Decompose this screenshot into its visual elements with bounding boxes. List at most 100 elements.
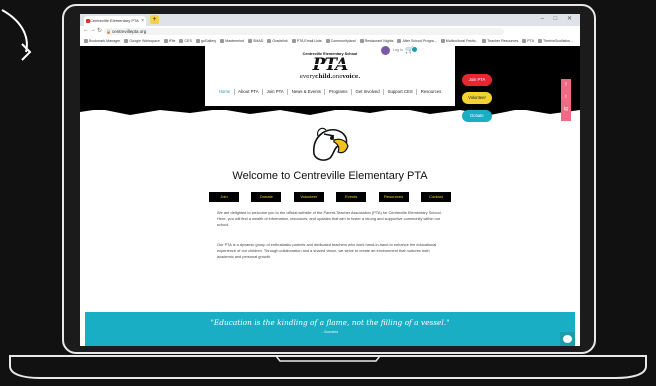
bookmark-item[interactable]: Teacher Resources [482, 37, 518, 46]
bookmark-icon [267, 39, 272, 43]
bookmark-item[interactable]: goGallery [195, 37, 217, 46]
bookmark-item[interactable]: CES [179, 37, 192, 46]
window-controls[interactable]: – □ ✕ [541, 15, 576, 22]
tab-title: Centreville Elementary PTA [90, 18, 139, 23]
bookmark-label: After School Progra... [402, 39, 437, 43]
bookmark-item[interactable]: Communityland [325, 37, 356, 46]
volunteer-button[interactable]: Volunteer [462, 92, 492, 104]
chat-bubble-icon [563, 335, 572, 343]
new-tab-button[interactable]: + [150, 15, 159, 24]
site-header: Centreville Elementary School PTA everyc… [205, 46, 455, 106]
login-link[interactable]: Log In [393, 48, 403, 52]
nav-item[interactable]: Get Involved [352, 89, 385, 95]
donate-button[interactable]: Donate [462, 110, 492, 122]
bookmark-icon [84, 39, 88, 43]
pta-logo[interactable]: PTA [205, 55, 455, 75]
bookmark-icon [397, 39, 402, 43]
logo-stripe [309, 64, 351, 65]
close-icon[interactable]: × [141, 16, 144, 26]
nav-item[interactable]: Support CES [384, 89, 418, 95]
url-field[interactable]: 🔒 centrevillepta.org [104, 28, 504, 35]
tagline-part: voice. [342, 74, 361, 80]
bookmark-item[interactable]: PTA [522, 37, 534, 46]
bookmark-label: Restaurant Nights [364, 39, 394, 43]
action-button[interactable]: Events [336, 192, 367, 202]
lock-icon: 🔒 [106, 29, 111, 34]
forward-icon[interactable]: → [90, 27, 96, 33]
nav-item[interactable]: About PTA [235, 89, 264, 95]
page-title: Welcome to Centreville Elementary PTA [232, 170, 428, 182]
bookmark-label: CES [184, 39, 192, 43]
bookmark-item[interactable]: SMAD [248, 37, 263, 46]
bookmark-label: Multicultural Festiv... [445, 39, 479, 43]
bookmark-label: goGallery [200, 39, 217, 43]
bookmark-label: SMAD [253, 39, 264, 43]
bookmark-item[interactable]: Restaurant Nights [359, 37, 394, 46]
bookmark-label: PTA [527, 39, 534, 43]
quote-text: "Education is the kindling of a flame, n… [210, 318, 450, 327]
bookmark-label: iFile [168, 39, 176, 43]
bookmark-item[interactable]: After School Progra... [397, 37, 437, 46]
bookmark-icon [179, 39, 184, 43]
bookmark-icon [440, 39, 445, 43]
bookmark-item[interactable]: Mastermind [220, 37, 244, 46]
nav-item[interactable]: News & Events [288, 89, 326, 95]
bookmark-icon [359, 39, 364, 43]
bookmark-icon [220, 39, 225, 43]
web-page: Centreville Elementary School PTA everyc… [80, 46, 580, 346]
bookmark-icon [522, 39, 527, 43]
nav-item[interactable]: Home [215, 89, 235, 95]
user-avatar-icon[interactable] [381, 46, 390, 55]
laptop-base [9, 355, 647, 379]
favicon-icon [86, 19, 90, 23]
nav-item[interactable]: Programs [325, 89, 353, 95]
action-button[interactable]: Resources [378, 192, 409, 202]
url-text: centrevillepta.org [112, 29, 147, 34]
bookmark-label: PTA Email Lists [296, 39, 322, 43]
bookmark-icon [537, 39, 542, 43]
bookmark-icon [482, 39, 487, 43]
cart-badge [412, 47, 417, 52]
social-bar: f t ig [561, 79, 571, 121]
bookmark-icon [325, 39, 330, 43]
bookmark-item[interactable]: PTA Email Lists [291, 37, 322, 46]
tagline-part: every [299, 74, 316, 80]
intro-paragraph: We are delighted to welcome you to the o… [217, 210, 442, 227]
bookmark-item[interactable]: TheriveScolistics... [537, 37, 573, 46]
extensions-area [510, 29, 576, 60]
bookmark-label: Teacher Resources [487, 39, 519, 43]
tagline-part: one [332, 74, 343, 80]
instagram-icon[interactable]: ig [561, 103, 571, 115]
bookmark-item[interactable]: Google Workspace [124, 37, 160, 46]
laptop-screen: Centreville Elementary PTA × + – □ ✕ ← →… [80, 14, 580, 346]
bookmark-label: Communityland [330, 39, 356, 43]
action-button[interactable]: Donate [251, 192, 282, 202]
nav-item[interactable]: Resources [417, 89, 445, 95]
twitter-icon[interactable]: t [561, 91, 571, 103]
browser-tab[interactable]: Centreville Elementary PTA × [84, 16, 146, 26]
main-navigation: Home About PTA Join PTA News & Events Progra… [205, 89, 455, 99]
bookmark-label: TheriveScolistics... [542, 39, 573, 43]
bookmark-icon [163, 39, 168, 43]
bookmark-icon [124, 39, 129, 43]
nav-item[interactable]: Join PTA [263, 89, 289, 95]
tagline: everychild.onevoice. [205, 74, 455, 80]
bookmark-item[interactable]: Multicultural Festiv... [440, 37, 479, 46]
bookmark-item[interactable]: Bookmark Manager [84, 37, 120, 46]
facebook-icon[interactable]: f [561, 79, 571, 91]
bookmark-item[interactable]: Gradelink [267, 37, 288, 46]
bookmark-label: Mastermind [225, 39, 245, 43]
chat-button[interactable] [560, 332, 575, 346]
back-icon[interactable]: ← [83, 27, 89, 33]
browser-tab-bar: Centreville Elementary PTA × + – □ ✕ [80, 14, 580, 26]
bookmark-icon [291, 39, 296, 43]
reload-icon[interactable]: ↻ [97, 27, 102, 34]
action-button[interactable]: Volunteer [293, 192, 324, 202]
join-pta-button[interactable]: Join PTA [462, 74, 492, 86]
action-button[interactable]: Join [209, 192, 239, 202]
bookmark-label: Bookmark Manager [89, 39, 121, 43]
bookmark-item[interactable]: iFile [163, 37, 176, 46]
action-button-row: Join Donate Volunteer Events Resources Contac… [209, 192, 451, 202]
quote-banner: "Education is the kindling of a flame, n… [85, 312, 575, 346]
action-button[interactable]: Contact [421, 192, 451, 202]
